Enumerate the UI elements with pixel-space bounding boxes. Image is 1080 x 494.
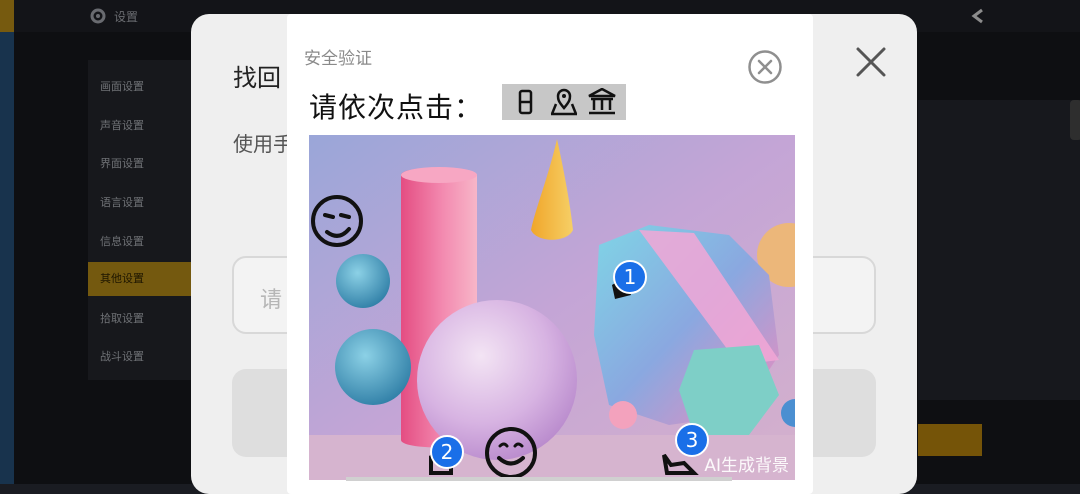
temple-icon [588, 88, 616, 115]
captcha-panel: 安全验证 请依次点击： 1 2 3 AI生成背景 [287, 14, 813, 494]
captcha-instruction: 请依次点击： [309, 91, 484, 124]
captcha-image[interactable]: 1 2 3 AI生成背景 [309, 135, 795, 480]
ai-generated-label: AI生成背景 [704, 456, 789, 476]
input-placeholder: 请 [260, 288, 283, 313]
dialog-title: 找回 [233, 64, 281, 92]
captcha-header: 安全验证 [304, 49, 372, 69]
click-marker-1[interactable]: 1 [613, 260, 647, 294]
ai-background-image[interactable] [309, 135, 795, 480]
map-pin-icon [550, 88, 578, 116]
dialog-subtitle: 使用手 [233, 132, 293, 156]
close-circle-icon[interactable] [747, 49, 783, 85]
click-marker-2[interactable]: 2 [430, 435, 464, 469]
target-icon-strip [502, 84, 626, 120]
locker-icon [518, 89, 533, 115]
captcha-footer-bar [346, 477, 732, 481]
close-icon[interactable] [853, 44, 889, 80]
